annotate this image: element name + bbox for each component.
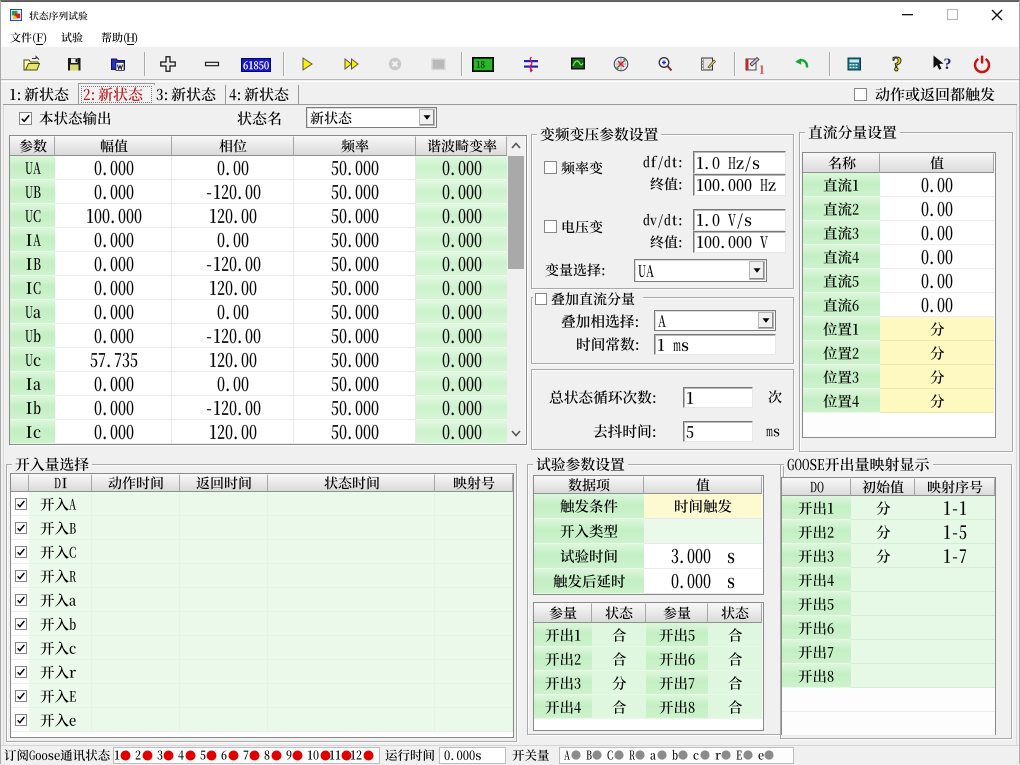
svg-text:?: ? bbox=[892, 52, 903, 76]
svg-text:?: ? bbox=[944, 56, 952, 73]
